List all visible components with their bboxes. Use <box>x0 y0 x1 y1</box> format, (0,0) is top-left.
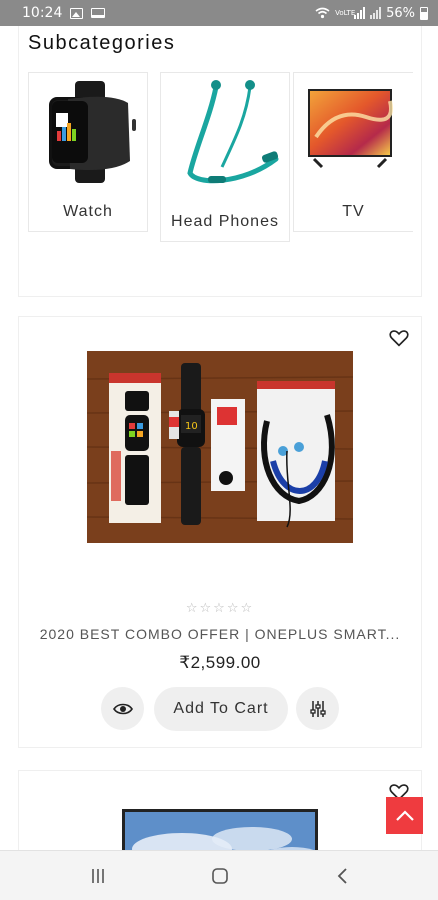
status-right: VoLTE 56% <box>315 6 428 21</box>
status-left: 10:24 <box>22 5 106 21</box>
product-image[interactable] <box>122 809 318 850</box>
compare-button[interactable] <box>296 687 339 730</box>
back-icon <box>337 868 347 884</box>
heart-icon[interactable] <box>389 329 409 347</box>
home-icon <box>212 868 228 884</box>
subcategories-section: Subcategories Watch Head Phones TV <box>18 26 422 297</box>
watch-and-earphones-combo-image: 10 <box>87 351 353 543</box>
quick-view-button[interactable] <box>101 687 144 730</box>
back-button[interactable] <box>327 863 357 889</box>
subcategory-tv[interactable]: TV <box>293 72 413 232</box>
sliders-icon <box>309 700 326 717</box>
rating-stars: ☆☆☆☆☆ <box>185 601 255 616</box>
battery-percent: 56% <box>386 5 415 21</box>
battery-icon <box>420 6 428 20</box>
screen-notification-icon <box>91 8 106 18</box>
television-image <box>308 89 393 169</box>
subcategory-label: TV <box>342 203 365 220</box>
eye-icon <box>112 703 133 714</box>
subcategory-watch[interactable]: Watch <box>28 72 148 232</box>
recent-apps-button[interactable] <box>83 863 113 889</box>
subcategory-label: Head Phones <box>171 213 279 230</box>
subcategory-label: Watch <box>63 203 113 220</box>
page-content[interactable]: Subcategories Watch Head Phones TV 10 ☆☆… <box>0 26 438 850</box>
smartwatch-image <box>49 81 136 183</box>
wifi-icon <box>315 7 330 19</box>
product-price: ₹2,599.00 <box>179 653 261 672</box>
product-name[interactable]: 2020 BEST COMBO OFFER | ONEPLUS SMART... <box>19 626 421 642</box>
home-button[interactable] <box>205 863 235 889</box>
scroll-to-top-button[interactable] <box>386 797 423 834</box>
chevron-up-icon <box>395 809 414 821</box>
signal-2-icon <box>370 7 382 19</box>
status-time: 10:24 <box>22 5 63 21</box>
subcategory-headphones[interactable]: Head Phones <box>160 72 290 242</box>
subcategories-title: Subcategories <box>28 32 176 54</box>
recent-apps-icon <box>92 869 104 883</box>
product-image[interactable]: 10 <box>87 351 353 543</box>
network-type-label: VoLTE <box>335 8 356 17</box>
television-image <box>122 809 318 850</box>
status-bar: 10:24 VoLTE 56% <box>0 0 438 26</box>
svg-text:10: 10 <box>185 421 198 432</box>
product-card[interactable] <box>18 770 422 850</box>
system-navigation-bar <box>0 850 438 900</box>
gallery-notification-icon <box>70 7 84 19</box>
product-actions: Add To Cart <box>19 687 421 731</box>
add-to-cart-button[interactable]: Add To Cart <box>154 687 288 731</box>
product-card[interactable]: 10 ☆☆☆☆☆ 2020 BEST COMBO OFFER | ONEPLUS… <box>18 316 422 748</box>
signal-icon <box>354 7 366 19</box>
neckband-headphones-image <box>187 80 279 184</box>
